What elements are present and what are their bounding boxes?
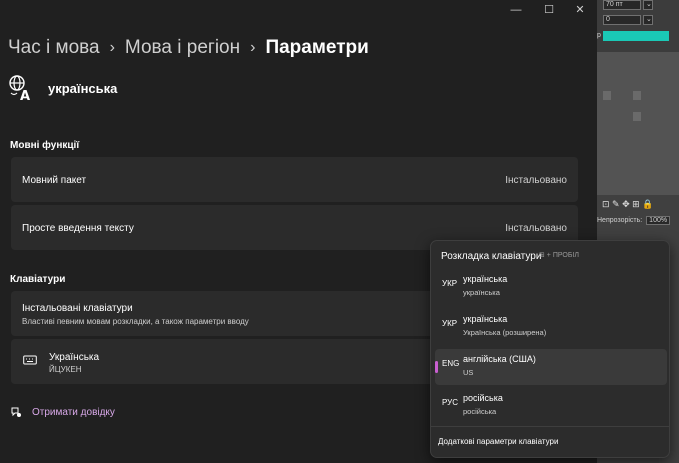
installed-keyboards-description: Властиві певним мовам розкладки, а також… [22,317,249,326]
section-keyboards: Клавіатури [10,274,66,285]
layout-name: англійська (США) [463,354,536,364]
breadcrumb-language-region[interactable]: Мова і регіон [125,37,240,59]
flyout-title: Розкладка клавіатури [441,251,542,262]
keyboard-name: Українська [49,352,100,363]
svg-text:A: A [20,89,30,102]
layout-code: УКР [442,319,458,328]
help-label: Отримати довідку [32,406,115,418]
minimize-button[interactable]: — [508,3,524,17]
maximize-button[interactable]: ☐ [541,3,557,17]
language-pack-status: Інстальовано [505,175,567,186]
more-keyboard-settings-link[interactable]: Додаткові параметри клавіатури [438,437,558,446]
layout-name: українська [463,274,508,284]
keyboard-layout: ЙЦУКЕН [49,365,82,374]
flyout-item-ukr-extended[interactable]: УКР українська Українська (розширена) [435,309,667,345]
flyout-divider [431,426,669,427]
layout-code: ENG [442,359,460,368]
color-swatch[interactable] [603,31,669,41]
layout-sub: українська [463,288,500,297]
chevron-right-icon: › [250,39,256,56]
layout-sub: Українська (розширена) [463,328,547,337]
flyout-shortcut-hint: ⊞ + ПРОБІЛ [539,252,579,259]
flyout-item-rus[interactable]: РУС російська російська [435,388,667,424]
basic-typing-label: Просте введення тексту [22,223,134,234]
section-language-features: Мовні функції [10,140,80,151]
font-size-dropdown[interactable]: ⌄ [643,0,653,10]
language-pack-row[interactable]: Мовний пакет Інстальовано [11,157,578,202]
lock-tool-icons[interactable]: ⊡ ✎ ✥ ⊞ 🔒 [602,199,653,210]
chevron-right-icon: › [109,39,115,56]
flyout-item-eng[interactable]: ENG англійська (США) US [435,349,667,385]
layout-sub: US [463,368,474,377]
page-title: Параметри [265,37,369,58]
flyout-item-ukr[interactable]: УКР українська українська [435,269,667,305]
tool-icon[interactable] [603,91,611,100]
basic-typing-status: Інстальовано [505,223,567,234]
value-field[interactable]: 0 [603,15,641,25]
font-size-field[interactable]: 70 пт [603,0,641,10]
layout-name: українська [463,314,508,324]
language-pack-label: Мовний пакет [22,175,87,186]
selected-indicator [435,361,438,373]
breadcrumb: Час і мова › Мова і регіон › Параметри [8,37,369,59]
layout-code: РУС [442,398,459,407]
tool-icon[interactable] [633,91,641,100]
language-title: українська [48,80,118,96]
layout-sub: російська [463,407,497,416]
title-bar: — ☐ ✕ [0,0,597,22]
keyboard-layout-flyout: Розкладка клавіатури ⊞ + ПРОБІЛ УКР укра… [430,240,670,458]
tool-icon[interactable] [633,112,641,121]
layout-name: російська [463,393,503,403]
help-link[interactable]: Отримати довідку [10,406,115,418]
layout-code: УКР [442,279,458,288]
breadcrumb-time-language[interactable]: Час і мова [8,37,100,59]
value-dropdown[interactable]: ⌄ [643,15,653,25]
opacity-row: Непрозорість: 100% [597,216,671,225]
help-icon [11,407,21,417]
keyboard-icon [23,355,37,365]
language-header: A українська [8,74,117,102]
opacity-field[interactable]: 100% [646,216,671,225]
field-partial-label: р [597,32,601,39]
close-button[interactable]: ✕ [572,3,588,17]
installed-keyboards-label: Інстальовані клавіатури [22,303,133,314]
opacity-label: Непрозорість: [597,217,643,224]
language-icon: A [9,75,30,102]
